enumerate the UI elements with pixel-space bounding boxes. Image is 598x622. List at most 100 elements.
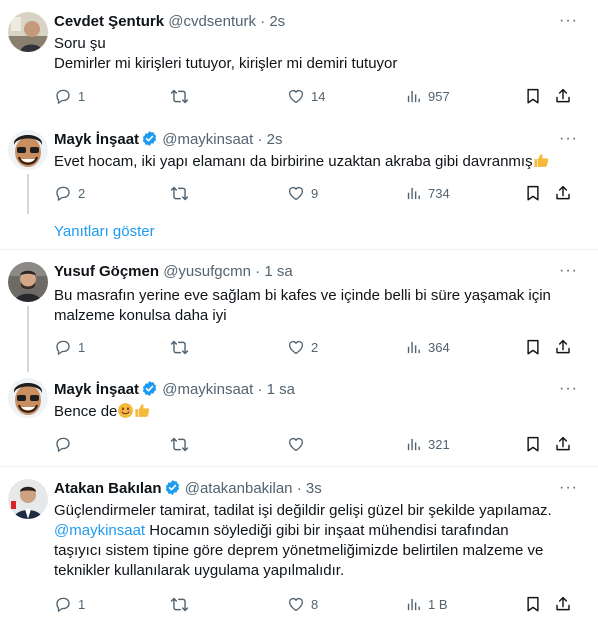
author-handle[interactable]: @yusufgcmn [163,263,251,280]
author-handle[interactable]: @atakanbakilan [185,480,293,497]
author-handle[interactable]: @maykinsaat [162,381,253,398]
tweet-4[interactable]: Mayk İnşaat @maykinsaat · 1 sa ··· Bence… [0,372,598,464]
reply-count: 1 [78,88,86,104]
tweet-time[interactable]: 3s [306,480,322,497]
share-button[interactable] [554,86,572,106]
thumbs-up-emoji-icon [134,402,151,419]
tweet-5[interactable]: Atakan Bakılan @atakanbakilan · 3s ··· G… [0,467,598,622]
share-icon [554,87,572,105]
bookmark-button[interactable] [524,183,542,203]
author-name[interactable]: Atakan Bakılan [54,480,162,497]
avatar-mayk[interactable] [8,130,48,170]
reply-button[interactable]: 1 [54,337,85,357]
retweet-icon [170,338,189,357]
author-handle[interactable]: @maykinsaat [162,131,253,148]
retweet-icon [170,435,189,454]
retweet-button[interactable] [170,183,195,203]
retweet-button[interactable] [170,337,195,357]
like-icon [287,87,305,105]
share-button[interactable] [554,594,572,614]
views-button[interactable]: 364 [405,337,450,357]
views-count: 364 [428,339,450,355]
tweet-actions: 321 [54,434,574,454]
reply-button[interactable]: 1 [54,86,85,106]
retweet-icon [170,595,189,614]
tweet-actions: 2 9 734 [54,183,574,203]
views-count: 321 [428,436,450,452]
author-name[interactable]: Mayk İnşaat [54,381,139,398]
more-options-icon[interactable]: ··· [559,380,578,398]
show-replies-link[interactable]: Yanıtları göster [54,223,155,240]
like-icon [287,338,305,356]
tweet-actions: 1 2 364 [54,337,574,357]
author-handle[interactable]: @cvdsenturk [168,13,256,30]
like-count: 8 [311,596,319,612]
avatar-atakan[interactable] [8,479,48,519]
like-count: 9 [311,185,319,201]
separator-dot: · [255,263,261,280]
reply-button[interactable] [54,434,78,454]
avatar-yusuf[interactable] [8,262,48,302]
views-button[interactable]: 957 [405,86,450,106]
reply-button[interactable]: 1 [54,594,85,614]
mention-link[interactable]: @maykinsaat [54,522,145,539]
bookmark-icon [524,595,542,613]
views-icon [405,596,422,613]
views-icon [405,88,422,105]
views-count: 1 B [428,596,448,612]
bookmark-button[interactable] [524,434,542,454]
verified-badge-icon [141,380,158,397]
like-icon [287,435,305,453]
author-name[interactable]: Mayk İnşaat [54,131,139,148]
reply-button[interactable]: 2 [54,183,85,203]
separator-dot: · [260,13,266,30]
tweet-2[interactable]: Mayk İnşaat @maykinsaat · 2s ··· Evet ho… [0,122,598,218]
share-button[interactable] [554,337,572,357]
tweet-time[interactable]: 2s [269,13,285,30]
tweet-time[interactable]: 1 sa [264,263,292,280]
separator-dot: · [257,131,263,148]
retweet-button[interactable] [170,594,195,614]
bookmark-icon [524,435,542,453]
views-button[interactable]: 321 [405,434,450,454]
bookmark-button[interactable] [524,594,542,614]
author-name[interactable]: Cevdet Şenturk [54,13,164,30]
like-button[interactable]: 14 [287,86,325,106]
bookmark-icon [524,184,542,202]
tweet-1[interactable]: Cevdet Şenturk @cvdsenturk · 2s ··· Soru… [0,0,598,120]
author-name[interactable]: Yusuf Göçmen [54,263,159,280]
bookmark-button[interactable] [524,337,542,357]
bookmark-button[interactable] [524,86,542,106]
tweet-3[interactable]: Yusuf Göçmen @yusufgcmn · 1 sa ··· Bu ma… [0,250,598,368]
share-icon [554,595,572,613]
like-button[interactable]: 2 [287,337,318,357]
tweet-actions: 1 8 1 B [54,594,574,614]
more-options-icon[interactable]: ··· [559,262,578,280]
views-count: 734 [428,185,450,201]
avatar-cevdet[interactable] [8,12,48,52]
more-options-icon[interactable]: ··· [559,12,578,30]
tweet-actions: 1 14 957 [54,86,574,106]
like-button[interactable] [287,434,311,454]
like-button[interactable]: 9 [287,183,318,203]
views-button[interactable]: 734 [405,183,450,203]
retweet-button[interactable] [170,434,195,454]
more-options-icon[interactable]: ··· [559,130,578,148]
reply-count: 1 [78,596,86,612]
thumbs-up-emoji-icon [533,152,550,169]
tweet-text: Soru şu Demirler mi kirişleri tutuyor, k… [54,35,398,72]
reply-icon [54,87,72,105]
avatar-mayk[interactable] [8,378,48,418]
retweet-button[interactable] [170,86,195,106]
views-button[interactable]: 1 B [405,594,448,614]
like-count: 2 [311,339,319,355]
like-icon [287,184,305,202]
like-button[interactable]: 8 [287,594,318,614]
reply-icon [54,184,72,202]
tweet-time[interactable]: 1 sa [267,381,295,398]
like-icon [287,595,305,613]
share-button[interactable] [554,434,572,454]
share-button[interactable] [554,183,572,203]
tweet-time[interactable]: 2s [267,131,283,148]
more-options-icon[interactable]: ··· [559,479,578,497]
